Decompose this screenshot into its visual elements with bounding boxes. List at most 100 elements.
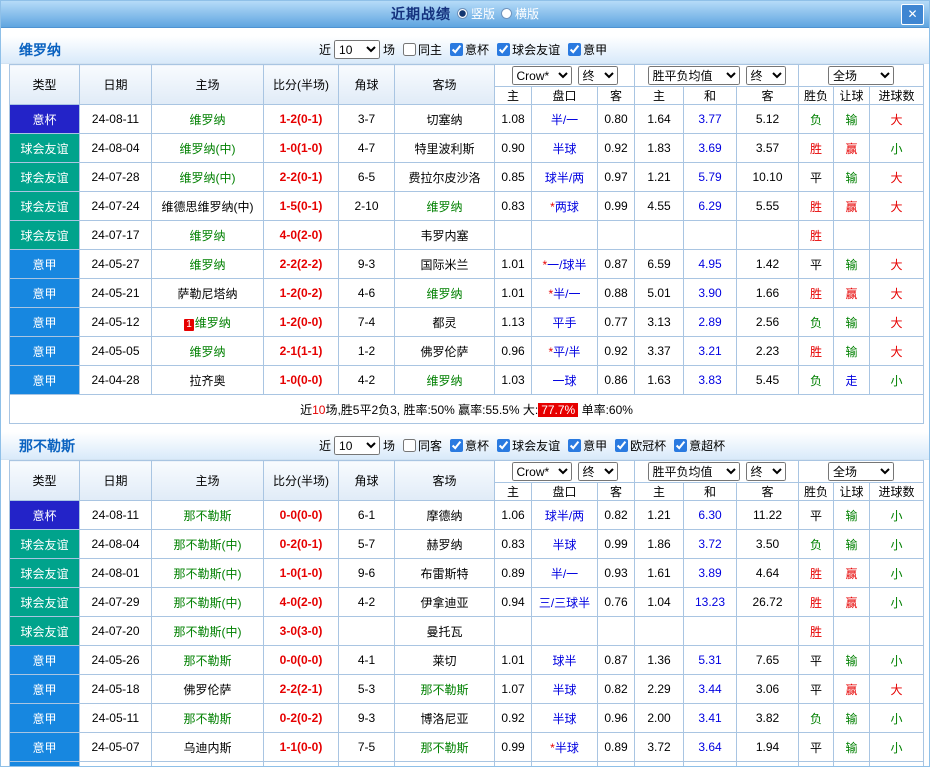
result-cell: 平 <box>798 162 835 192</box>
away-team-cell: 那不勒斯 <box>394 732 495 762</box>
odds-home-cell: 0.89 <box>494 558 532 588</box>
home-team-cell: 维罗纳 <box>151 220 264 250</box>
avg-away-cell: 5.55 <box>736 191 800 221</box>
odds-away-cell: 0.80 <box>596 104 636 134</box>
column-header: 主场 <box>151 460 264 501</box>
avg-away-cell: 1.42 <box>736 249 800 279</box>
scope-select[interactable]: 全场 <box>828 66 895 85</box>
filter-option[interactable]: 同主 <box>403 41 442 58</box>
corner-cell <box>338 616 395 646</box>
recent-count-select[interactable]: 10 <box>334 436 381 455</box>
odds-company-select[interactable]: Crow* <box>511 462 572 481</box>
handicap-text: 一球 <box>552 373 577 388</box>
odds-away-cell: 0.92 <box>596 336 636 366</box>
filter-checkbox[interactable] <box>497 439 511 452</box>
home-team-name: 维罗纳(中) <box>179 170 236 185</box>
home-team-name: 萨勒尼塔纳 <box>177 286 238 301</box>
type-cell: 意甲 <box>9 674 80 704</box>
type-cell: 意甲 <box>9 761 80 766</box>
result-cell: 平 <box>798 732 835 762</box>
filter-option[interactable]: 意甲 <box>568 437 607 454</box>
goals-cell: 大 <box>869 104 925 134</box>
odds-home-cell: 0.83 <box>494 191 532 221</box>
away-team-cell: 费拉尔皮沙洛 <box>394 162 495 192</box>
avg-type-select[interactable]: 胜平负均值 <box>647 66 740 85</box>
filter-option[interactable]: 意杯 <box>450 437 489 454</box>
result-cell: 平 <box>798 500 835 530</box>
goals-cell: 大 <box>869 191 925 221</box>
filter-checkbox[interactable] <box>450 43 464 56</box>
avg-home-cell: 1.36 <box>634 645 685 675</box>
handicap-text: 半球 <box>552 711 577 726</box>
score-cell: 1-0(1-0) <box>263 558 339 588</box>
filter-option[interactable]: 球会友谊 <box>497 41 560 58</box>
away-team-name: 那不勒斯 <box>420 740 469 755</box>
avg-draw-cell: 3.72 <box>683 529 738 559</box>
odds-home-cell: 0.96 <box>494 336 532 366</box>
odds-final-select[interactable]: 终 <box>577 462 618 481</box>
filter-checkbox[interactable] <box>403 43 417 56</box>
filter-checkbox[interactable] <box>497 43 511 56</box>
filter-checkbox[interactable] <box>403 439 417 452</box>
filter-option[interactable]: 意甲 <box>568 41 607 58</box>
filter-checkbox[interactable] <box>568 439 582 452</box>
section-header: 维罗纳 近 10 场 同主 意杯 球会友谊 意甲 <box>1 36 929 64</box>
away-team-cell: 布雷斯特 <box>394 558 495 588</box>
summary-text: 10 <box>312 402 326 417</box>
date-cell: 24-08-04 <box>79 133 152 163</box>
avg-home-cell: 6.59 <box>634 249 685 279</box>
filter-checkbox[interactable] <box>568 43 582 56</box>
filter-checkbox[interactable] <box>615 439 629 452</box>
result-cell: 平 <box>798 645 835 675</box>
match-row: 意甲 24-04-28 拉齐奥 1-0(0-0) 4-2 维罗纳 1.03 一球 0.86 1.6… <box>9 365 925 395</box>
close-button[interactable]: ✕ <box>901 4 924 25</box>
filter-option[interactable]: 意超杯 <box>674 437 725 454</box>
away-team-cell: 特里波利斯 <box>394 133 495 163</box>
avg-away-cell: 26.72 <box>736 587 800 617</box>
recent-count-select[interactable]: 10 <box>334 40 381 59</box>
corner-cell: 4-6 <box>338 278 395 308</box>
team-name: 那不勒斯 <box>19 437 75 454</box>
avg-away-cell <box>736 220 800 250</box>
filter-checkbox[interactable] <box>450 439 464 452</box>
result-cell: 负 <box>798 365 835 395</box>
handicap-cell: 球半 <box>531 645 598 675</box>
avg-away-cell: 1.94 <box>736 732 800 762</box>
avg-final-select[interactable]: 终 <box>745 462 786 481</box>
filter-option[interactable]: 球会友谊 <box>497 437 560 454</box>
away-team-cell: 赫罗纳 <box>394 529 495 559</box>
corner-cell: 7-5 <box>338 732 395 762</box>
result-cell: 平 <box>798 674 835 704</box>
avg-type-select[interactable]: 胜平负均值 <box>647 462 740 481</box>
handicap-cell: 球半/两 <box>531 500 598 530</box>
filter-option[interactable]: 同客 <box>403 437 442 454</box>
filter-checkbox[interactable] <box>674 439 688 452</box>
home-team-cell: 拉齐奥 <box>151 365 264 395</box>
layout-radio-horizontal[interactable] <box>501 8 512 20</box>
avg-header-cell: 胜平负均值终 <box>634 64 800 87</box>
filter-option[interactable]: 意杯 <box>450 41 489 58</box>
date-cell: 24-05-18 <box>79 674 152 704</box>
layout-radio-vertical[interactable] <box>456 8 468 20</box>
handicap-result-cell: 赢 <box>833 674 871 704</box>
scope-select[interactable]: 全场 <box>828 462 895 481</box>
odds-final-select[interactable]: 终 <box>577 66 618 85</box>
filter-option[interactable]: 欧冠杯 <box>615 437 666 454</box>
result-cell: 胜 <box>798 278 835 308</box>
date-cell: 24-08-11 <box>79 104 152 134</box>
odds-company-select[interactable]: Crow* <box>511 66 572 85</box>
handicap-result-cell: 走 <box>833 365 871 395</box>
home-team-cell: 维罗纳 <box>151 249 264 279</box>
away-team-name: 曼托瓦 <box>426 624 463 639</box>
avg-header-cell: 胜平负均值终 <box>634 460 800 483</box>
avg-draw-cell: 6.30 <box>683 500 738 530</box>
avg-final-select[interactable]: 终 <box>745 66 786 85</box>
avg-draw-cell: 13.23 <box>683 587 738 617</box>
sub-column-header: 客 <box>596 482 636 501</box>
summary-text: 单率:60% <box>578 402 633 417</box>
type-cell: 意甲 <box>9 278 80 308</box>
away-team-cell: 切塞纳 <box>394 104 495 134</box>
avg-home-cell: 1.04 <box>634 587 685 617</box>
sub-column-header: 盘口 <box>531 86 598 105</box>
avg-away-cell: 2.56 <box>736 307 800 337</box>
